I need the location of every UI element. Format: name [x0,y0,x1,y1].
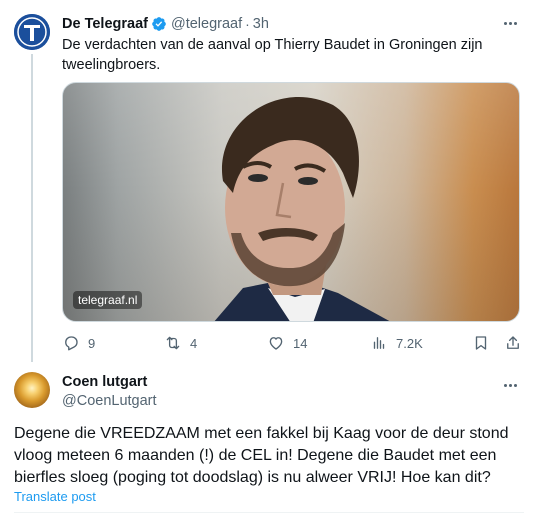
tweet1-text: De verdachten van de aanval op Thierry B… [62,37,483,73]
tweet1-action-bar: 9 4 14 7.2K [62,333,522,353]
reply-button[interactable]: 9 [62,333,95,353]
bookmark-icon [475,336,487,350]
author-handle[interactable]: @telegraaf [171,16,242,32]
like-button[interactable]: 14 [267,333,307,353]
like-count: 14 [293,335,308,351]
repost-icon [166,336,180,350]
portrait-photo [214,96,390,321]
repost-button[interactable]: 4 [164,333,197,353]
media-watermark: telegraaf.nl [73,291,143,309]
share-button[interactable] [504,333,522,353]
author-name[interactable]: De Telegraaf [62,16,148,32]
reply-icon [65,336,78,351]
tweet1-header: De Telegraaf @telegraaf · 3h [62,14,269,34]
reply-author-name[interactable]: Coen lutgart [62,374,147,390]
verified-badge-icon [151,16,167,32]
thread-connector-line [31,54,33,362]
reply-count: 9 [88,335,96,351]
more-options-icon[interactable] [500,16,520,30]
post-time[interactable]: 3h [253,16,269,32]
reply-text: Degene die VREEDZAAM met een fakkel bij … [14,425,509,486]
share-icon [507,336,519,349]
views-button[interactable]: 7.2K [370,333,423,353]
translate-post-link[interactable]: Translate post [14,489,96,504]
views-icon [373,337,385,349]
coen-lutgart-avatar[interactable] [14,372,50,408]
reply-author-handle[interactable]: @CoenLutgart [62,393,157,409]
tweet1-media-image[interactable]: telegraaf.nl [62,82,520,322]
telegraaf-avatar[interactable] [14,14,50,50]
divider [14,512,524,513]
separator-dot: · [245,16,250,32]
telegraaf-logo-icon [14,14,50,50]
like-icon [269,337,283,350]
bookmark-button[interactable] [472,333,490,353]
views-count: 7.2K [396,335,423,351]
more-options-icon[interactable] [500,378,520,392]
repost-count: 4 [190,335,198,351]
